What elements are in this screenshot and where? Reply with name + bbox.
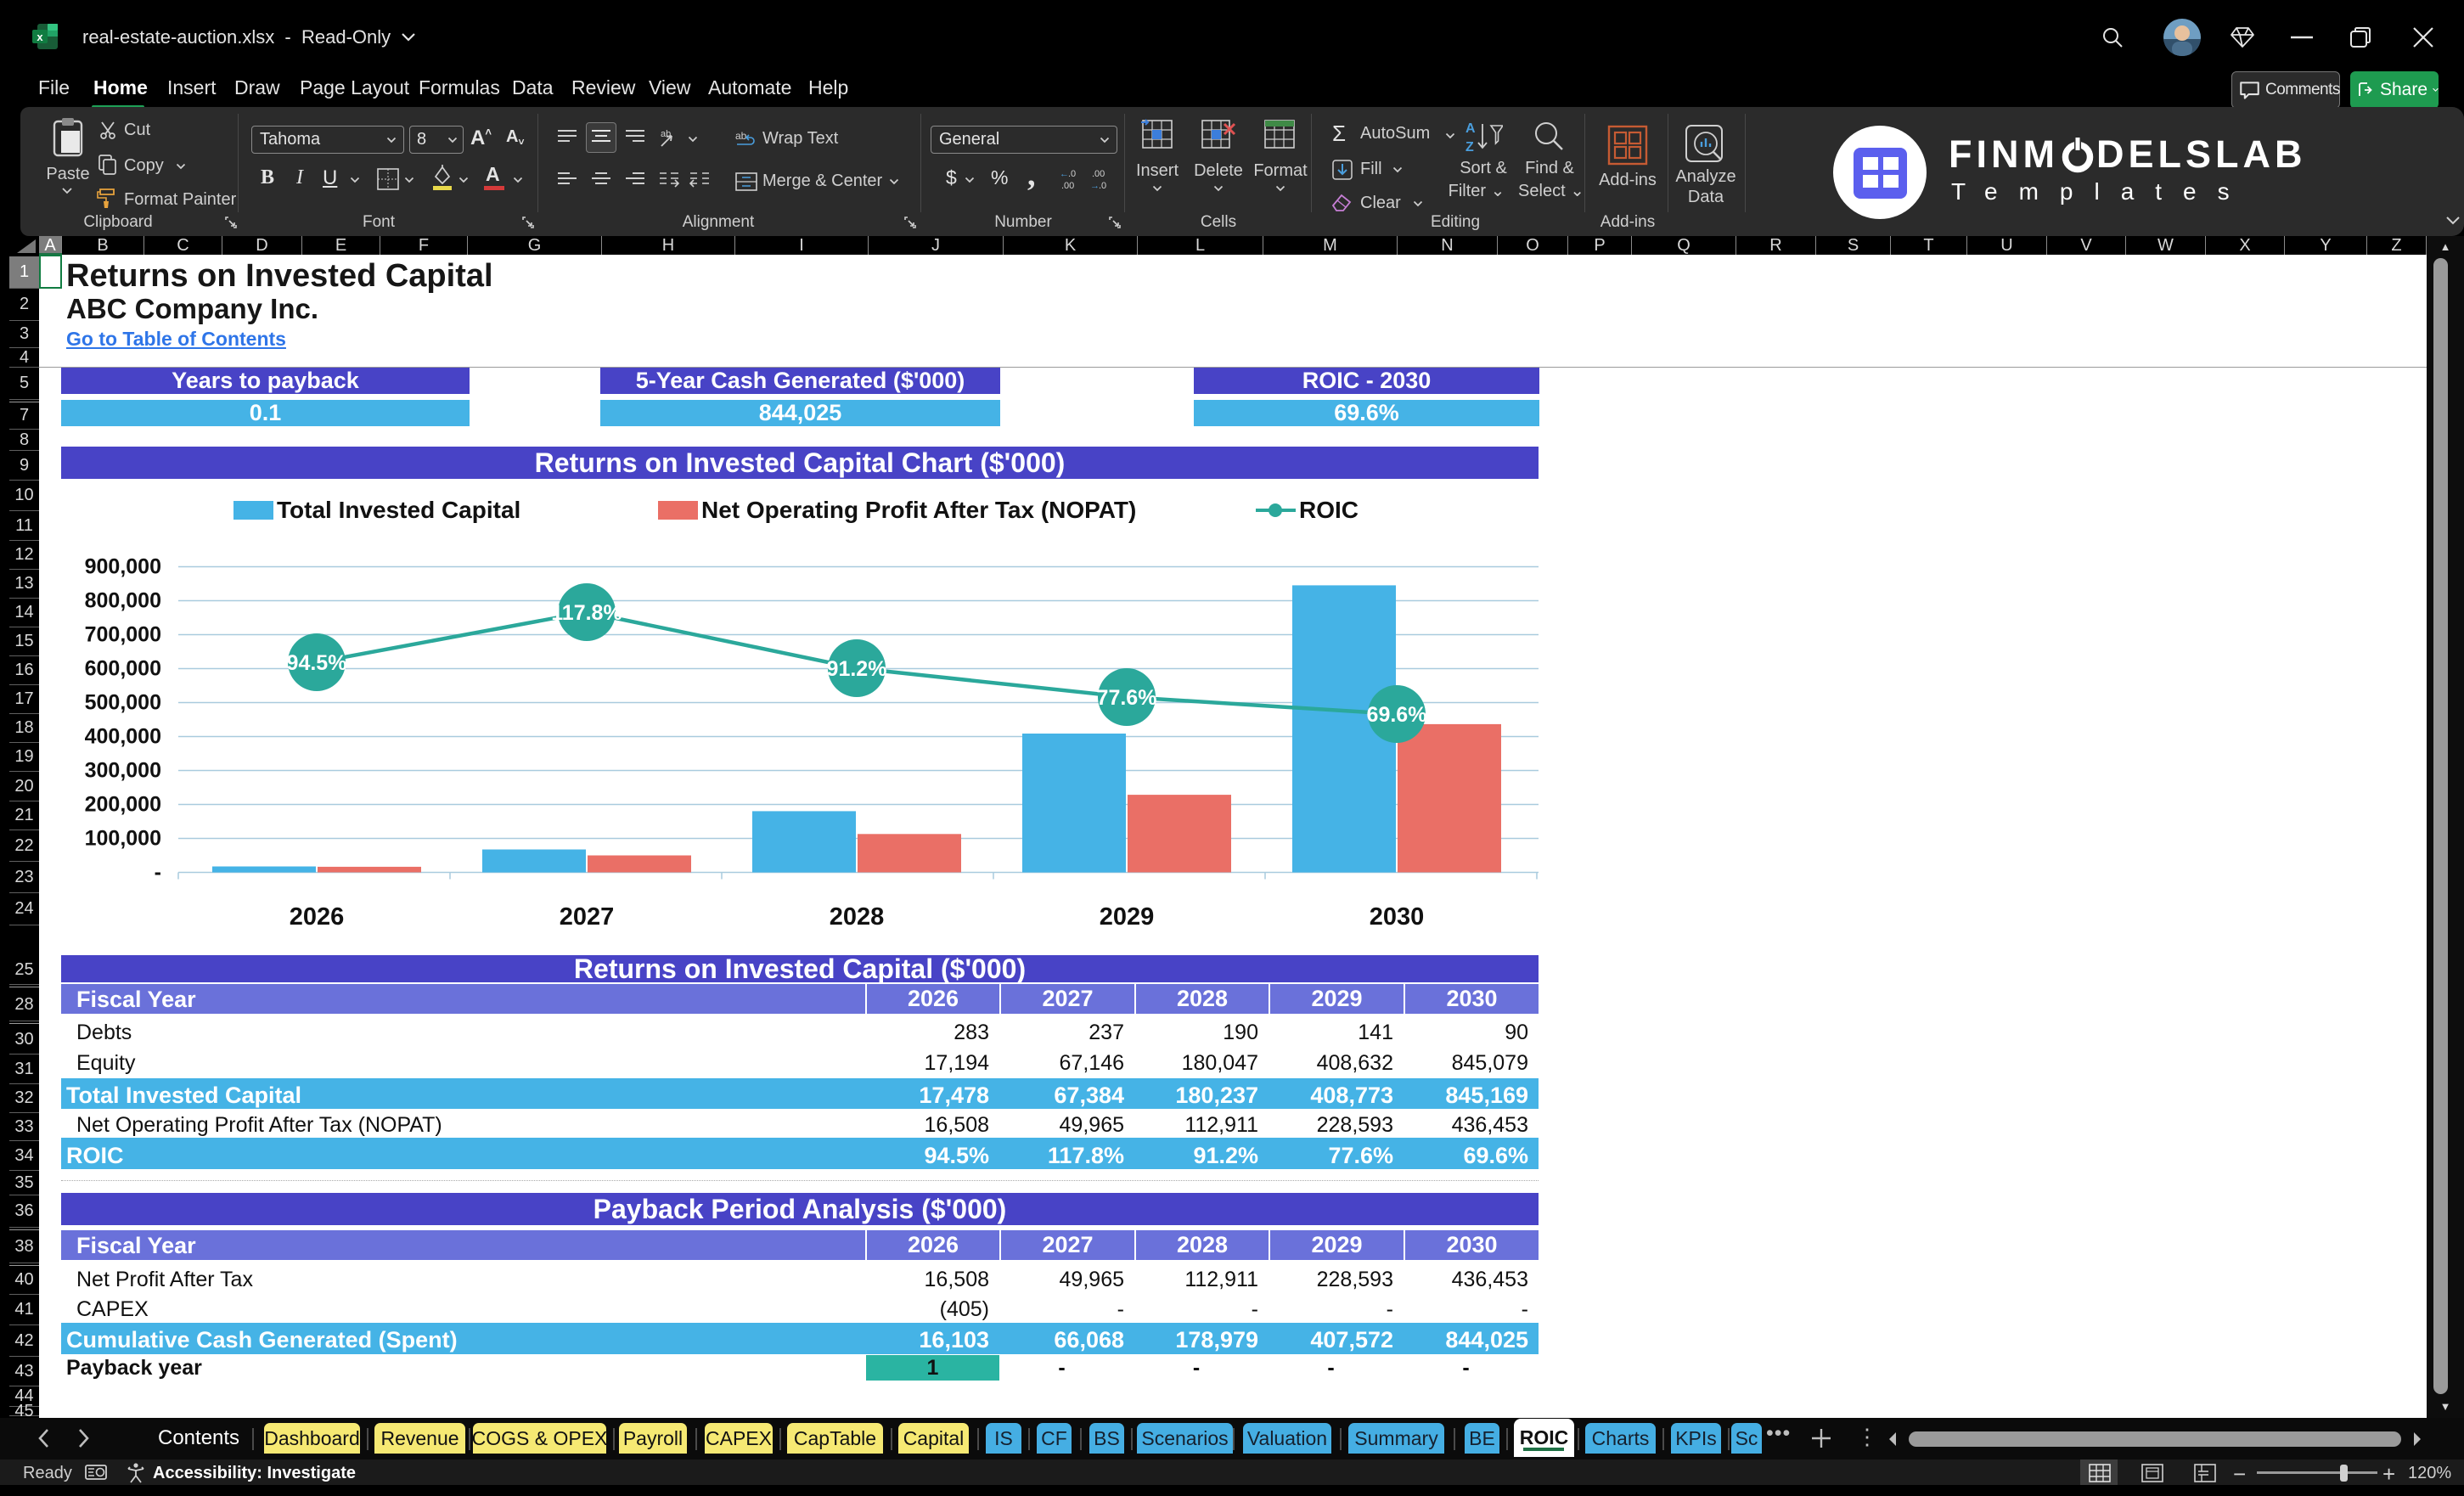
svg-text:2026: 2026 — [290, 903, 345, 931]
svg-text:400,000: 400,000 — [85, 725, 161, 749]
svg-text:200,000: 200,000 — [85, 793, 161, 817]
svg-text:91.2%: 91.2% — [827, 657, 887, 681]
svg-text:.0: .0 — [1068, 169, 1076, 179]
svg-text:2028: 2028 — [830, 903, 885, 931]
svg-text:900,000: 900,000 — [85, 555, 161, 579]
svg-text:300,000: 300,000 — [85, 759, 161, 783]
svg-text:Net Operating Profit After Tax: Net Operating Profit After Tax (NOPAT) — [701, 497, 1136, 523]
svg-text:2029: 2029 — [1100, 903, 1155, 931]
svg-text:.00: .00 — [1092, 169, 1105, 179]
svg-text:500,000: 500,000 — [85, 691, 161, 715]
svg-text:800,000: 800,000 — [85, 589, 161, 613]
svg-text:100,000: 100,000 — [85, 827, 161, 851]
svg-text:2027: 2027 — [560, 903, 615, 931]
svg-text:ab: ab — [735, 130, 747, 142]
svg-text:ROIC: ROIC — [1299, 497, 1359, 523]
svg-text:-: - — [155, 861, 161, 885]
svg-text:77.6%: 77.6% — [1097, 686, 1157, 710]
svg-text:A: A — [1465, 121, 1476, 136]
svg-text:.0: .0 — [1099, 181, 1106, 190]
svg-text:117.8%: 117.8% — [551, 601, 622, 625]
svg-text:94.5%: 94.5% — [287, 651, 347, 675]
svg-text:Z: Z — [1465, 140, 1474, 155]
svg-text:x: x — [37, 31, 43, 43]
svg-text:ab: ab — [661, 129, 671, 139]
svg-text:600,000: 600,000 — [85, 657, 161, 681]
svg-text:700,000: 700,000 — [85, 623, 161, 647]
svg-text:69.6%: 69.6% — [1367, 703, 1427, 727]
svg-text:2030: 2030 — [1370, 903, 1425, 931]
svg-text:Total Invested Capital: Total Invested Capital — [277, 497, 520, 523]
svg-text:.00: .00 — [1061, 181, 1074, 190]
